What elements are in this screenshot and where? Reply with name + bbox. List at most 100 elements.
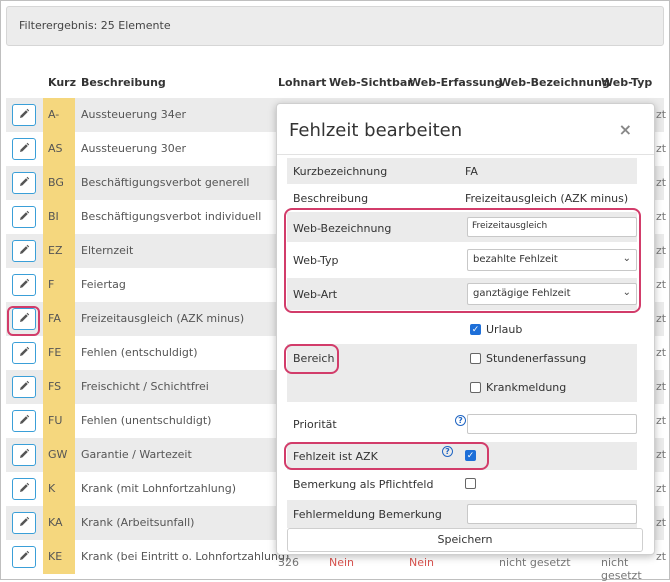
urlaub-checkbox[interactable]: ✓ [470, 324, 481, 335]
field-row-bemerkung-pflicht: Bemerkung als Pflichtfeld [287, 470, 637, 498]
web-typ-cell: zt [656, 414, 667, 427]
beschreibung-cell: Beschäftigungsverbot individuell [81, 210, 262, 223]
web-typ-cell: zt [656, 482, 667, 495]
web-fields-highlight [284, 208, 641, 313]
web-typ-cell: zt [656, 108, 667, 121]
pencil-icon [18, 346, 30, 361]
edit-button[interactable] [12, 274, 36, 296]
beschreibung-label: Beschreibung [293, 192, 369, 205]
web-typ-cell: zt [656, 176, 667, 189]
col-header-web-bezeichnung[interactable]: Web-Bezeichnung [499, 76, 610, 89]
pencil-icon [18, 448, 30, 463]
field-row-bereich-krank: Krankmeldung [287, 374, 637, 402]
beschreibung-cell: Elternzeit [81, 244, 134, 257]
kurz-cell: A- [48, 108, 60, 121]
col-header-web-sichtbar[interactable]: Web-Sichtbar [329, 76, 413, 89]
beschreibung-cell: Garantie / Wartezeit [81, 448, 192, 461]
kurz-cell: F [48, 278, 55, 291]
edit-button[interactable] [12, 240, 36, 262]
table-header: Kurz Beschreibung Lohnart Web-Sichtbar W… [0, 72, 670, 94]
last-row-web-typ: nicht gesetzt [601, 556, 642, 582]
fehlermeldung-input[interactable] [467, 504, 637, 524]
beschreibung-cell: Aussteuerung 30er [81, 142, 187, 155]
field-row-beschreibung: Beschreibung Freizeitausgleich (AZK minu… [287, 184, 637, 210]
field-row-fehlermeldung: Fehlermeldung Bemerkung [287, 500, 637, 528]
kurz-cell: KE [48, 550, 63, 563]
kurz-cell: FS [48, 380, 62, 393]
web-typ-cell: zt [656, 142, 667, 155]
col-header-web-erfassung[interactable]: Web-Erfassung [409, 76, 502, 89]
beschreibung-cell: Freizeitausgleich (AZK minus) [81, 312, 245, 325]
stundenerfassung-label: Stundenerfassung [486, 352, 587, 365]
last-row-lohnart: 326 [278, 556, 299, 569]
filter-result-bar: Filterergebnis: 25 Elemente [6, 6, 664, 46]
close-icon[interactable]: × [619, 120, 632, 139]
help-icon[interactable]: ? [455, 415, 466, 426]
prioritaet-input[interactable] [467, 414, 637, 434]
last-row-web-erfassung: Nein [409, 556, 435, 569]
kurz-cell: BI [48, 210, 59, 223]
beschreibung-cell: Fehlen (entschuldigt) [81, 346, 198, 359]
edit-button[interactable] [12, 104, 36, 126]
beschreibung-cell: Krank (Arbeitsunfall) [81, 516, 195, 529]
field-row-kurzbezeichnung: Kurzbezeichnung FA [287, 158, 637, 184]
web-typ-cell: zt [656, 448, 667, 461]
edit-absence-modal: Fehlzeit bearbeiten × Kurzbezeichnung FA… [276, 103, 655, 555]
filter-result-text: Filterergebnis: 25 Elemente [19, 19, 171, 32]
pencil-icon [18, 482, 30, 497]
kurz-cell: GW [48, 448, 68, 461]
beschreibung-cell: Beschäftigungsverbot generell [81, 176, 250, 189]
beschreibung-cell: Fehlen (unentschuldigt) [81, 414, 212, 427]
pencil-icon [18, 176, 30, 191]
edit-button[interactable] [12, 546, 36, 568]
edit-button[interactable] [12, 342, 36, 364]
edit-button[interactable] [12, 478, 36, 500]
bemerkung-pflicht-checkbox[interactable] [465, 478, 476, 489]
web-typ-cell: zt [656, 346, 667, 359]
web-typ-cell: zt [656, 380, 667, 393]
col-header-lohnart[interactable]: Lohnart [278, 76, 326, 89]
col-header-web-typ[interactable]: Web-Typ [601, 76, 652, 89]
web-typ-cell: zt [656, 312, 667, 325]
web-typ-cell: zt [656, 210, 667, 223]
edit-button[interactable] [12, 410, 36, 432]
beschreibung-cell: Krank (mit Lohnfortzahlung) [81, 482, 236, 495]
fehlermeldung-label: Fehlermeldung Bemerkung [293, 508, 442, 521]
beschreibung-cell: Freischicht / Schichtfrei [81, 380, 209, 393]
edit-button[interactable] [12, 512, 36, 534]
pencil-icon [18, 550, 30, 565]
pencil-icon [18, 516, 30, 531]
edit-button[interactable] [12, 376, 36, 398]
kurz-cell: KA [48, 516, 63, 529]
field-row-bereich-stunden: Bereich Stundenerfassung [287, 344, 637, 374]
pencil-icon [18, 108, 30, 123]
pencil-icon [18, 380, 30, 395]
save-button[interactable]: Speichern [287, 528, 643, 552]
azk-highlight [284, 442, 489, 470]
edit-button[interactable] [12, 172, 36, 194]
pencil-icon [18, 210, 30, 225]
edit-button[interactable] [12, 444, 36, 466]
stundenerfassung-checkbox[interactable] [470, 353, 481, 364]
krankmeldung-checkbox[interactable] [470, 382, 481, 393]
col-header-kurz[interactable]: Kurz [48, 76, 76, 89]
bemerkung-pflicht-label: Bemerkung als Pflichtfeld [293, 478, 434, 491]
edit-button[interactable] [12, 138, 36, 160]
kurz-cell: EZ [48, 244, 63, 257]
kurz-cell: BG [48, 176, 64, 189]
web-typ-cell: zt [656, 244, 667, 257]
field-row-bereich-urlaub: ✓ Urlaub [287, 316, 637, 344]
field-row-prioritaet: Priorität ? [287, 410, 637, 438]
pencil-icon [18, 244, 30, 259]
kurzbezeichnung-label: Kurzbezeichnung [293, 165, 388, 178]
kurz-cell: FE [48, 346, 62, 359]
bereich-highlight [284, 344, 339, 374]
beschreibung-value: Freizeitausgleich (AZK minus) [465, 192, 629, 205]
pencil-icon [18, 142, 30, 157]
web-typ-cell: zt [656, 278, 667, 291]
kurz-cell: FA [48, 312, 61, 325]
edit-button[interactable] [12, 206, 36, 228]
col-header-beschreibung[interactable]: Beschreibung [81, 76, 166, 89]
web-typ-cell: zt [656, 516, 667, 529]
pencil-icon [18, 278, 30, 293]
